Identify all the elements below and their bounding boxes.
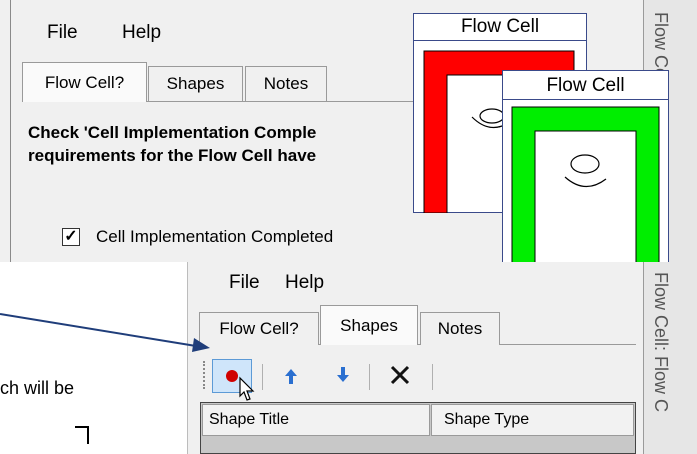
menu-help-2[interactable]: Help (285, 272, 324, 294)
callout-text: ch will be (0, 378, 75, 398)
menu-help[interactable]: Help (122, 22, 161, 44)
toolbar-grip (203, 361, 207, 389)
flow-cell-green-diagram: Flow Cell (502, 70, 669, 267)
callout-mark (75, 426, 89, 444)
tab-flow-cell[interactable]: Flow Cell? (22, 62, 147, 102)
tab-shapes[interactable]: Shapes (148, 66, 243, 101)
column-header-shape-title[interactable]: Shape Title (202, 404, 430, 436)
cell-implementation-checkbox[interactable]: ✓ (62, 228, 80, 246)
tab-notes-2[interactable]: Notes (420, 312, 500, 345)
sidebar-flow-cell-label-2: Flow Cell: Flow C (651, 272, 671, 413)
toolbar-separator-2 (369, 364, 370, 390)
tab-notes[interactable]: Notes (245, 66, 327, 101)
column-header-shape-type-label: Shape Type (444, 411, 530, 428)
delete-button[interactable] (387, 362, 413, 388)
column-header-shape-title-label: Shape Title (209, 411, 290, 428)
toolbar-separator-3 (432, 364, 433, 390)
flow-cell-green-title: Flow Cell (503, 73, 668, 100)
tab-shapes-2[interactable]: Shapes (320, 305, 418, 345)
flow-cell-red-title: Flow Cell (414, 14, 586, 41)
checkbox-label: Cell Implementation Completed (96, 227, 334, 246)
callout-arrow (0, 313, 210, 352)
mouse-cursor-icon (239, 376, 255, 401)
instruction-text-line1: Check 'Cell Implementation Comple (28, 123, 317, 142)
window-border (10, 0, 11, 262)
move-up-button[interactable] (280, 365, 302, 389)
move-down-button[interactable] (332, 363, 354, 387)
arrow-down-icon (337, 367, 349, 382)
instruction-text-line2: requirements for the Flow Cell have (28, 146, 317, 165)
close-icon (390, 365, 410, 385)
toolbar-separator (262, 364, 263, 390)
menu-file-2[interactable]: File (229, 272, 260, 294)
green-cell-shape-icon (511, 106, 660, 266)
menu-file[interactable]: File (47, 22, 78, 44)
column-header-shape-type[interactable]: Shape Type (431, 404, 634, 436)
arrow-up-icon (285, 369, 297, 384)
tab-flow-cell-2[interactable]: Flow Cell? (199, 312, 319, 345)
